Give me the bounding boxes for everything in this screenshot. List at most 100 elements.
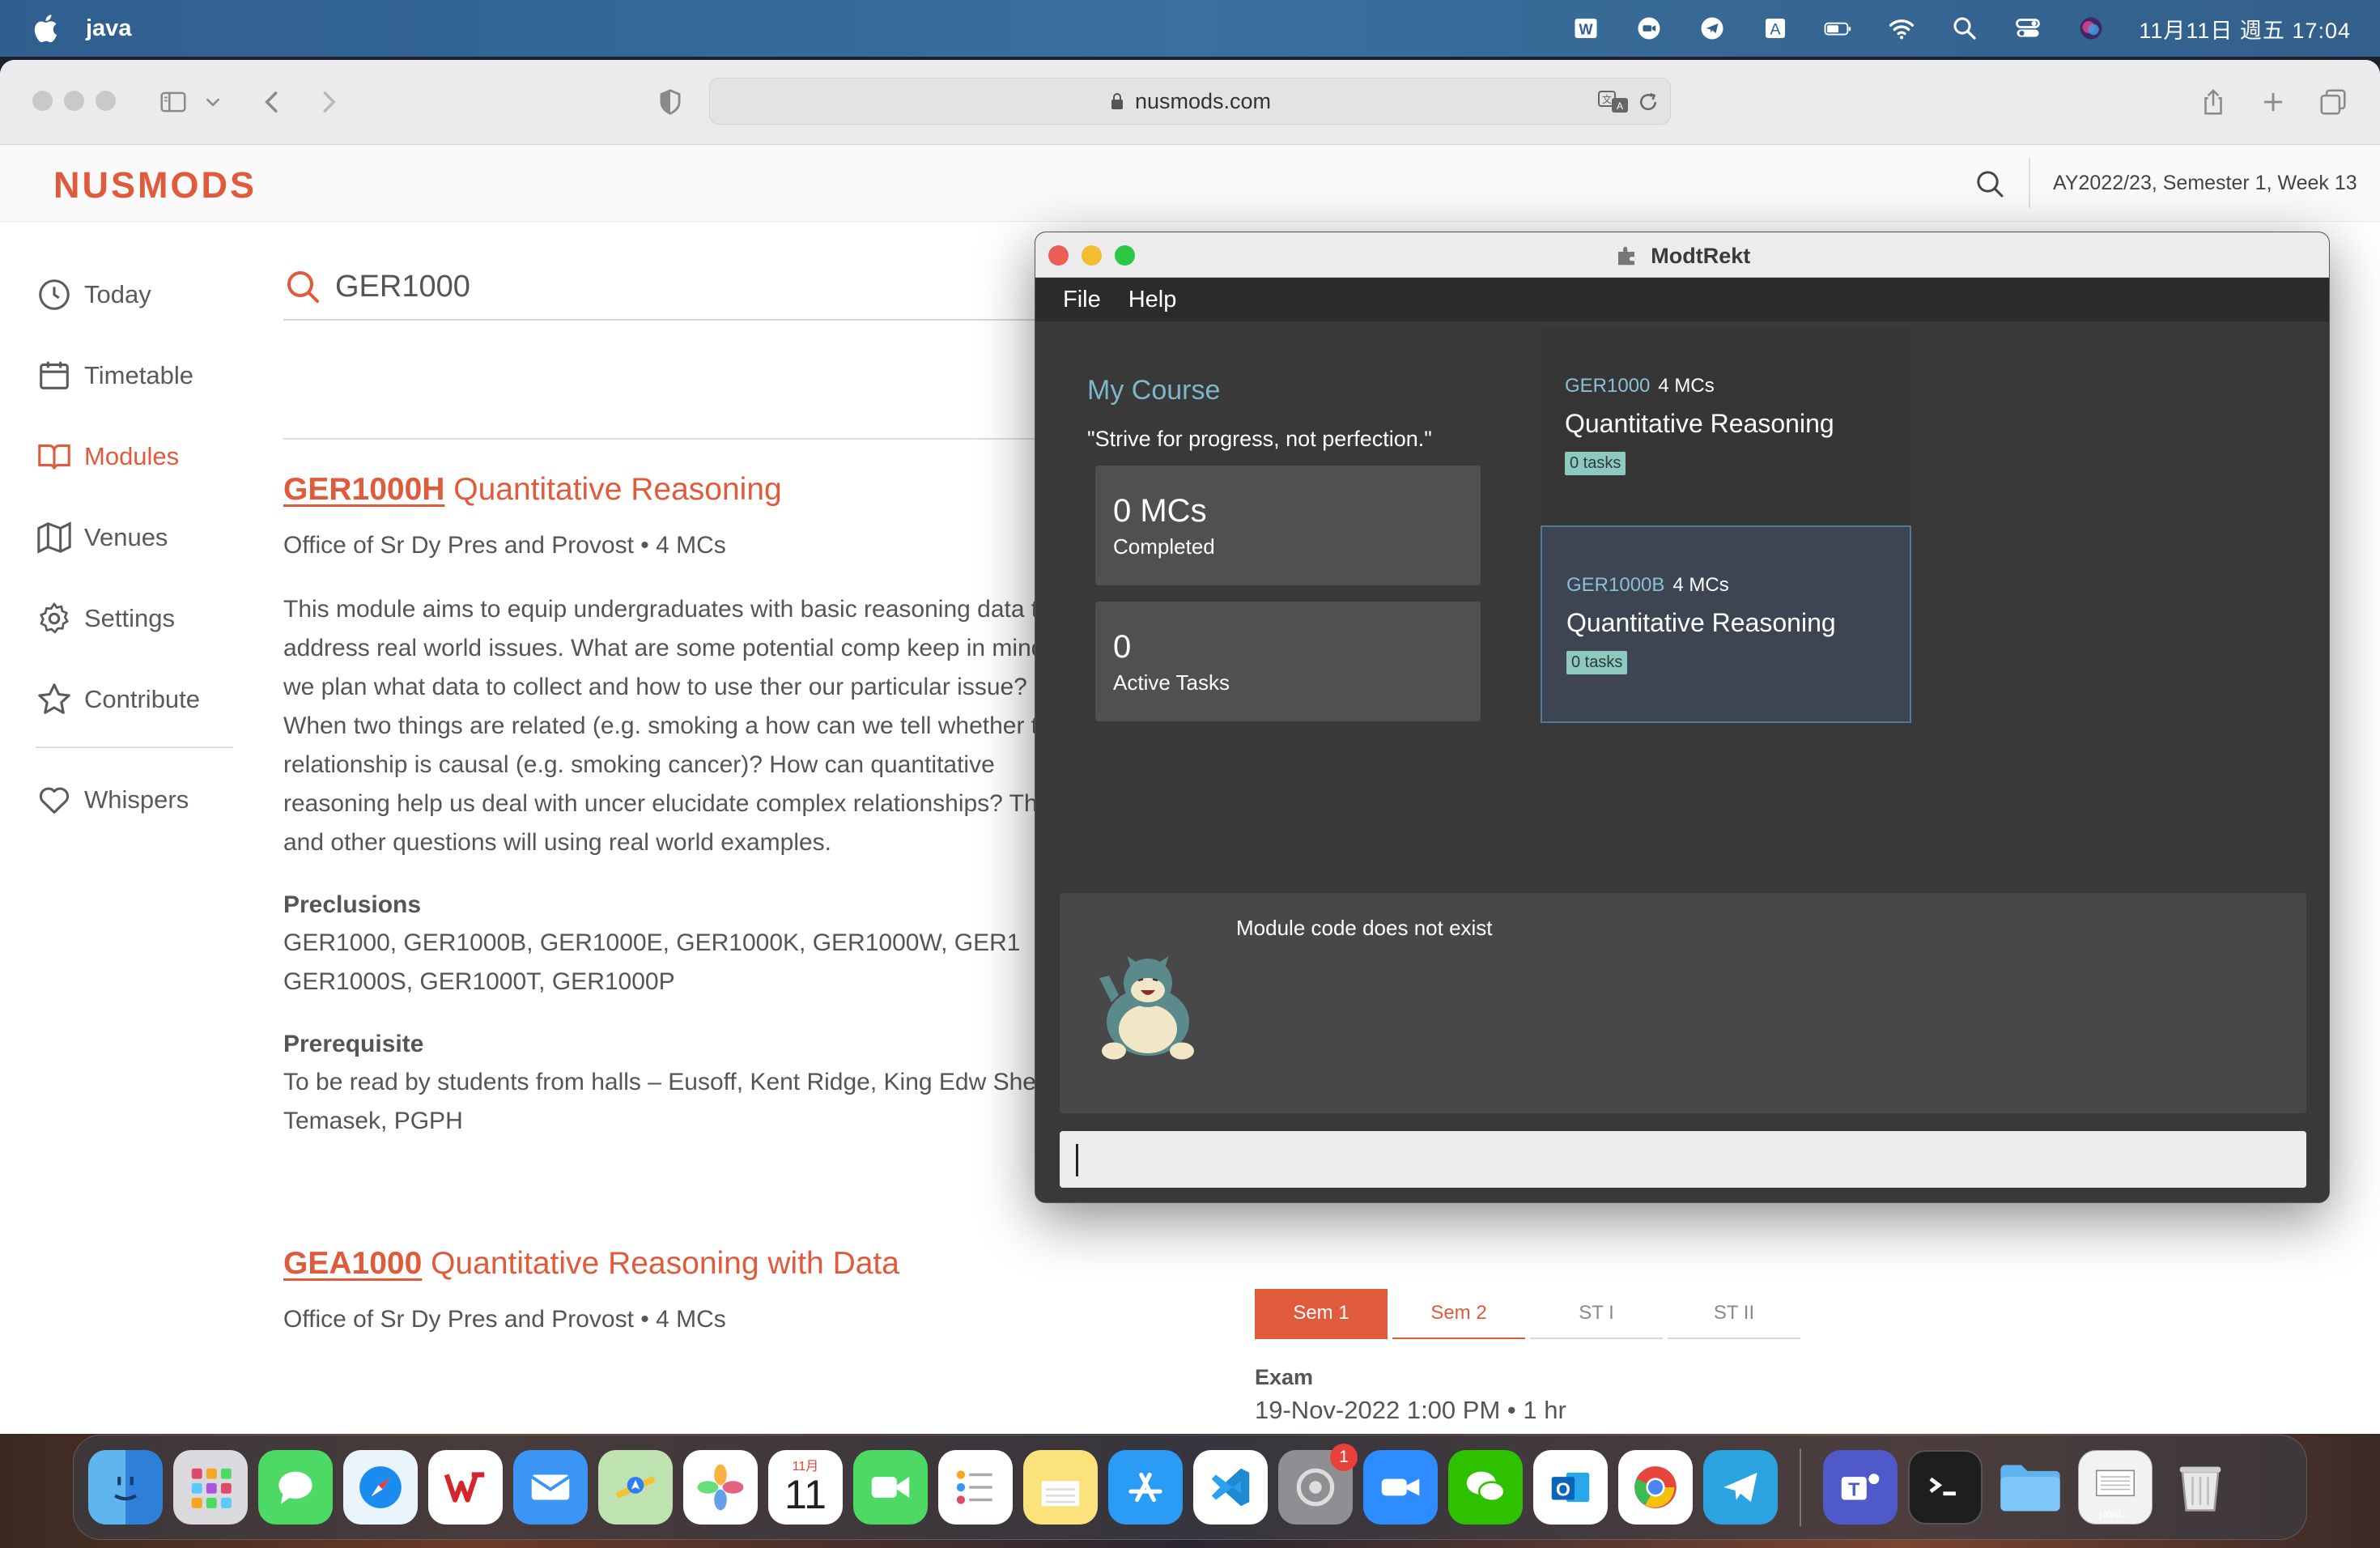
java-dock-label: java... <box>2098 1507 2132 1520</box>
tab-overview-icon[interactable] <box>2315 84 2351 120</box>
module-name[interactable]: Quantitative Reasoning with Data <box>431 1246 899 1281</box>
menu-help[interactable]: Help <box>1128 287 1177 313</box>
sidebar-item-contribute[interactable]: Contribute <box>36 659 235 740</box>
lock-icon <box>1111 93 1123 109</box>
messages-icon[interactable] <box>258 1450 333 1525</box>
sidebar-item-modules[interactable]: Modules <box>36 416 235 497</box>
search-icon[interactable] <box>1974 168 2006 200</box>
module-card[interactable]: GER1000 4 MCs Quantitative Reasoning 0 ta… <box>1541 328 1911 525</box>
url-text: nusmods.com <box>1134 88 1272 113</box>
zoom-icon[interactable] <box>1363 1450 1438 1525</box>
modtrekt-body: My Course "Strive for progress, not perf… <box>1035 321 2329 1202</box>
forward-icon[interactable] <box>311 84 346 120</box>
clock-icon <box>39 279 70 310</box>
back-icon[interactable] <box>254 84 290 120</box>
calendar-day: 11 <box>784 1472 827 1517</box>
module-code[interactable]: GEA1000 <box>283 1246 422 1281</box>
chevron-down-icon[interactable] <box>201 84 225 120</box>
module-search-input[interactable]: GER1000 <box>283 254 1093 321</box>
window-title: ModtRekt <box>1035 244 2329 269</box>
sidebar-toggle-icon[interactable] <box>155 84 191 120</box>
maps-icon[interactable] <box>598 1450 673 1525</box>
svg-text:O: O <box>1556 1478 1570 1499</box>
menubar-clock[interactable]: 11月11日 週五 17:04 <box>2139 13 2351 45</box>
wps-icon[interactable]: W <box>1570 15 1601 42</box>
module-name[interactable]: Quantitative Reasoning <box>453 472 781 507</box>
system-preferences-icon[interactable]: 1 <box>1278 1444 1358 1525</box>
dock: 11月 11 1 O T java... <box>73 1435 2307 1540</box>
wps-icon[interactable] <box>428 1450 503 1525</box>
finder-icon[interactable] <box>88 1450 163 1525</box>
sidebar-item-label: Today <box>84 280 151 308</box>
trash-icon[interactable] <box>2163 1450 2238 1525</box>
reload-icon[interactable] <box>1636 90 1660 114</box>
chrome-icon[interactable] <box>1618 1450 1693 1525</box>
exam-heading: Exam <box>1255 1365 1314 1389</box>
new-tab-icon[interactable] <box>2255 84 2291 120</box>
sidebar-item-venues[interactable]: Venues <box>36 497 235 578</box>
menu-file[interactable]: File <box>1063 287 1101 313</box>
folder-icon[interactable] <box>1993 1450 2068 1525</box>
close-window-button[interactable] <box>32 91 53 111</box>
share-icon[interactable] <box>2195 84 2231 120</box>
telegram-icon[interactable] <box>1703 1450 1778 1525</box>
snorlax-mascot-icon <box>1099 956 1194 1060</box>
vscode-icon[interactable] <box>1193 1450 1268 1525</box>
tab-st-2[interactable]: ST II <box>1668 1289 1800 1339</box>
tab-sem-2[interactable]: Sem 2 <box>1392 1289 1525 1339</box>
zoom-icon[interactable] <box>1634 15 1664 42</box>
control-center-icon[interactable] <box>2012 15 2043 42</box>
app-store-icon[interactable] <box>1108 1450 1183 1525</box>
launchpad-icon[interactable] <box>173 1450 248 1525</box>
outlook-icon[interactable]: O <box>1533 1450 1608 1525</box>
tab-st-1[interactable]: ST I <box>1530 1289 1663 1339</box>
nusmods-sidebar: Today Timetable Modules Venues Settings … <box>36 254 235 840</box>
translate-icon[interactable]: 文A <box>1597 88 1630 116</box>
reminders-icon[interactable] <box>938 1450 1013 1525</box>
sidebar-item-today[interactable]: Today <box>36 254 235 335</box>
calendar-icon[interactable]: 11月 11 <box>768 1450 843 1525</box>
module-title[interactable]: GEA1000 Quantitative Reasoning with Data <box>283 1246 1708 1282</box>
sidebar-item-label: Venues <box>84 523 168 551</box>
stat-value: 0 <box>1113 629 1132 665</box>
modtrekt-menubar: File Help <box>1035 278 2329 321</box>
card-module-code: GER1000 <box>1565 375 1651 397</box>
safari-toolbar: nusmods.com 文A <box>0 60 2380 145</box>
facetime-icon[interactable] <box>853 1450 928 1525</box>
privacy-shield-icon[interactable] <box>652 84 688 120</box>
sidebar-item-label: Whispers <box>84 785 189 814</box>
sidebar-item-label: Modules <box>84 442 180 470</box>
nusmods-header: NUSMODS AY2022/23, Semester 1, Week 13 <box>0 145 2380 222</box>
siri-icon[interactable] <box>2076 15 2106 42</box>
notes-icon[interactable] <box>1023 1450 1098 1525</box>
mcs-completed-card: 0 MCs Completed <box>1095 466 1481 585</box>
terminal-icon[interactable] <box>1908 1450 1983 1525</box>
nusmods-logo[interactable]: NUSMODS <box>53 164 257 206</box>
telegram-icon[interactable] <box>1697 15 1728 42</box>
stat-value: 0 MCs <box>1113 493 1207 529</box>
mail-icon[interactable] <box>513 1450 588 1525</box>
sidebar-item-settings[interactable]: Settings <box>36 578 235 659</box>
minimize-window-button[interactable] <box>64 91 84 111</box>
module-card-selected[interactable]: GER1000B 4 MCs Quantitative Reasoning 0 t… <box>1541 525 1911 723</box>
photos-icon[interactable] <box>683 1450 758 1525</box>
battery-icon[interactable] <box>1823 15 1854 42</box>
safari-icon[interactable] <box>343 1450 418 1525</box>
input-method-icon[interactable]: A <box>1760 15 1791 42</box>
apple-menu-icon[interactable] <box>31 12 58 45</box>
zoom-window-button[interactable] <box>96 91 116 111</box>
app-name[interactable]: java <box>86 15 131 42</box>
semester-label[interactable]: AY2022/23, Semester 1, Week 13 <box>2053 172 2357 195</box>
java-window-thumbnail[interactable]: java... <box>2078 1450 2153 1525</box>
sidebar-item-timetable[interactable]: Timetable <box>36 335 235 416</box>
teams-icon[interactable]: T <box>1823 1450 1898 1525</box>
tab-sem-1[interactable]: Sem 1 <box>1255 1289 1388 1339</box>
sidebar-item-whispers[interactable]: Whispers <box>36 759 235 840</box>
wifi-icon[interactable] <box>1886 15 1917 42</box>
command-input[interactable] <box>1060 1131 2306 1188</box>
address-bar[interactable]: nusmods.com 文A <box>709 78 1671 125</box>
task-count-tag: 0 tasks <box>1566 651 1628 674</box>
spotlight-icon[interactable] <box>1949 15 1980 42</box>
module-code[interactable]: GER1000H <box>283 472 444 507</box>
wechat-icon[interactable] <box>1448 1450 1523 1525</box>
